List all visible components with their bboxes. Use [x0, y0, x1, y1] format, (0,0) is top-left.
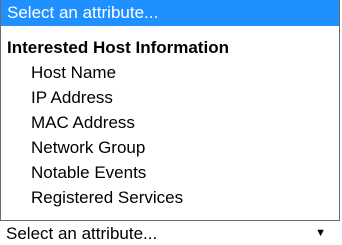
option-network-group[interactable]: Network Group: [1, 136, 339, 160]
attribute-dropdown-list[interactable]: Select an attribute... Interested Host I…: [0, 0, 340, 221]
option-notable-events[interactable]: Notable Events: [1, 161, 339, 185]
option-host-name[interactable]: Host Name: [1, 61, 339, 85]
option-mac-address[interactable]: MAC Address: [1, 111, 339, 135]
option-ip-address[interactable]: IP Address: [1, 86, 339, 110]
option-registered-services[interactable]: Registered Services: [1, 186, 339, 210]
option-placeholder-highlighted[interactable]: Select an attribute...: [1, 0, 339, 26]
attribute-select-widget: Select an attribute... Interested Host I…: [0, 0, 342, 245]
chevron-down-icon[interactable]: ▼: [315, 222, 326, 245]
optgroup-label-interested-host-information: Interested Host Information: [7, 38, 229, 57]
attribute-select[interactable]: Select an attribute... ▼: [0, 222, 340, 245]
attribute-select-value: Select an attribute...: [6, 224, 158, 243]
